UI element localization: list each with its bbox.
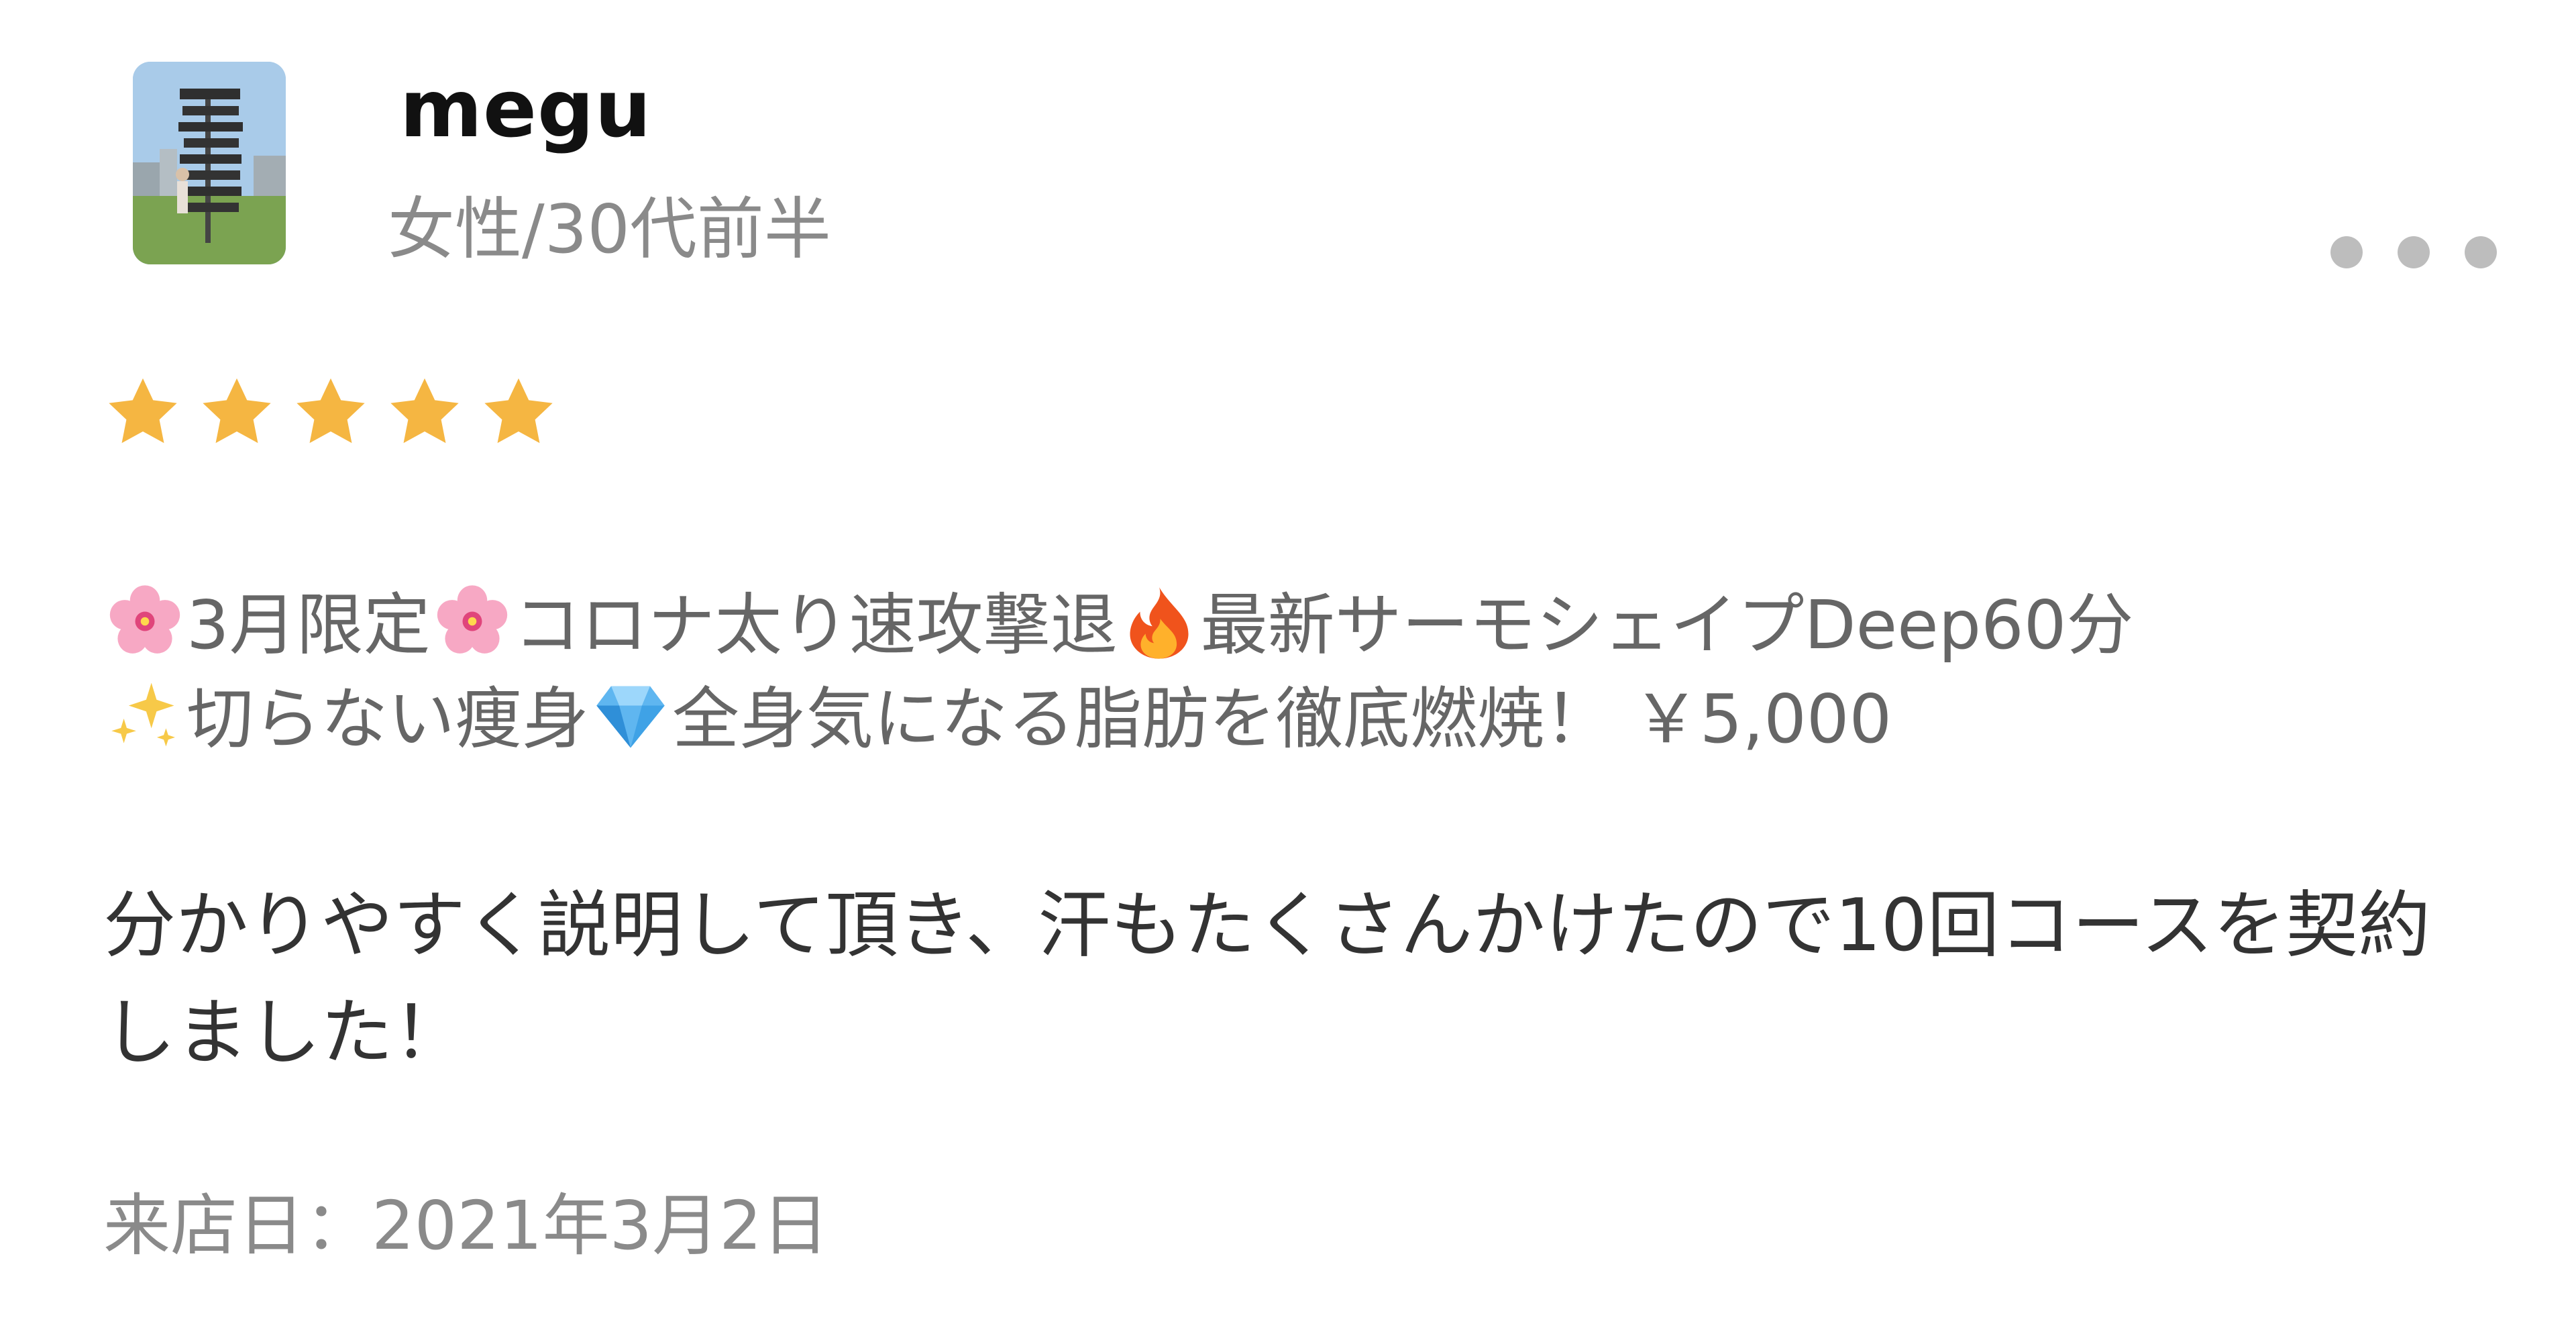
user-name[interactable]: megu xyxy=(400,62,651,156)
avatar-photo-icon xyxy=(133,62,286,264)
gem-icon xyxy=(596,686,665,748)
fire-icon xyxy=(1130,587,1189,659)
menu-segment-2: コロナ太り速攻撃退 xyxy=(513,586,1118,664)
visit-date: 来店日：2021年3月2日 xyxy=(103,1186,829,1265)
sparkles-icon xyxy=(111,682,175,747)
cherry-blossom-icon xyxy=(437,585,507,654)
menu-segment-4: 切らない痩身 xyxy=(186,680,589,758)
more-dot-icon xyxy=(2398,236,2430,268)
menu-segment-1: 3月限定 xyxy=(186,586,431,664)
menu-segment-3: 最新サーモシェイプDeep60分 xyxy=(1200,586,2134,664)
menu-title-link[interactable]: 3月限定 コロナ太り速攻撃退 最新サーモシェイプDeep60分 切らない痩身 全… xyxy=(103,578,2491,766)
star-icon xyxy=(109,378,177,444)
star-rating xyxy=(103,373,558,452)
star-icon xyxy=(484,378,553,444)
more-options-button[interactable] xyxy=(2330,231,2497,274)
review-text: 分かりやすく説明して頂き、汗もたくさんかけたので10回コースを契約しました！ xyxy=(103,884,2431,1075)
more-dot-icon xyxy=(2330,236,2363,268)
star-icon xyxy=(297,378,365,444)
user-avatar[interactable] xyxy=(133,62,286,264)
user-demographics: 女性/30代前半 xyxy=(388,190,831,268)
more-dot-icon xyxy=(2465,236,2497,268)
menu-segment-5: 全身気になる脂肪を徹底燃焼！ ￥5,000 xyxy=(672,680,1892,758)
star-icon xyxy=(203,378,271,444)
cherry-blossom-icon xyxy=(109,585,180,654)
star-icon xyxy=(390,378,459,444)
review-card: megu 女性/30代前半 3月限定 コロナ太り速攻撃退 最新サーモシェイプDe… xyxy=(0,0,2576,1338)
